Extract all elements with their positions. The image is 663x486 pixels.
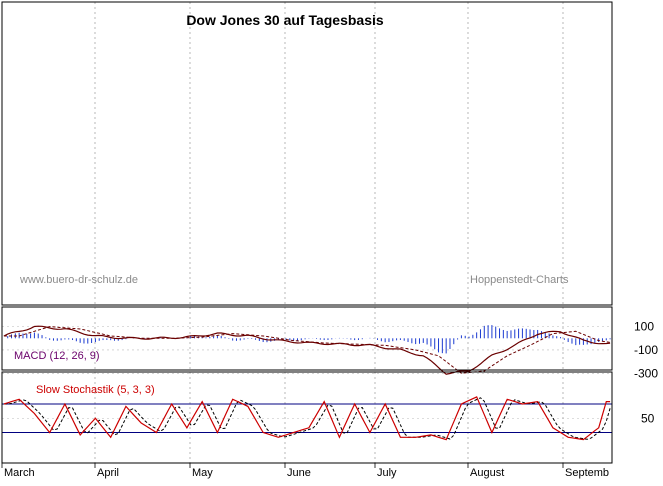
x-tick-label-0: March [4, 467, 35, 479]
x-tick-label-3: June [287, 467, 311, 479]
x-tick-label-5: August [470, 467, 504, 479]
chart-svg: Dow Jones 30 auf Tagesbasis www.buero-dr… [1, 1, 658, 479]
macd-tick-label-1: -100 [634, 343, 658, 357]
macd-label: MACD (12, 26, 9) [14, 350, 100, 362]
watermark-left: www.buero-dr-schulz.de [19, 274, 138, 286]
watermark-right: Hoppenstedt-Charts [470, 274, 569, 286]
chart-title: Dow Jones 30 auf Tagesbasis [186, 12, 384, 28]
panel-frame-0 [1, 1, 613, 306]
x-tick-label-2: May [192, 467, 213, 479]
x-tick-label-6: Septemb [565, 467, 609, 479]
stoch-tick-label-0: 50 [641, 411, 655, 425]
macd-tick-label-0: 100 [634, 320, 654, 334]
stoch-label: Slow Stochastik (5, 3, 3) [36, 384, 155, 396]
x-tick-label-4: July [377, 467, 397, 479]
macd-tick-label-2: -300 [634, 366, 658, 380]
x-tick-label-1: April [97, 467, 119, 479]
chart-root: Dow Jones 30 auf Tagesbasis www.buero-dr… [0, 0, 663, 481]
